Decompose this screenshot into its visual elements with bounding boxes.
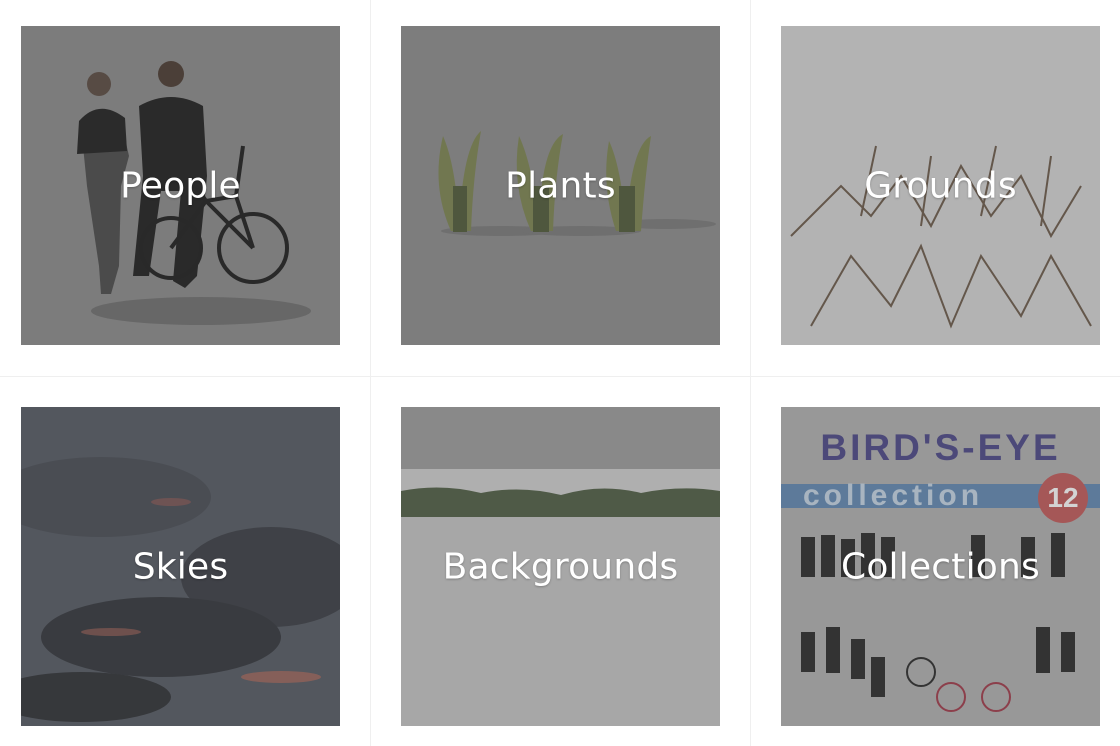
category-label: People: [120, 165, 241, 206]
category-tile-skies[interactable]: Skies: [21, 407, 340, 726]
category-label: Collections: [840, 546, 1041, 587]
grid-divider: [0, 376, 1120, 377]
category-label: Grounds: [864, 165, 1017, 206]
category-tile-backgrounds[interactable]: Backgrounds: [401, 407, 720, 726]
category-tile-plants[interactable]: Plants: [401, 26, 720, 345]
category-label: Skies: [132, 546, 229, 587]
grid-divider: [370, 0, 371, 746]
category-tile-grounds[interactable]: Grounds: [781, 26, 1100, 345]
category-tile-collections[interactable]: BIRD'S-EYE collection 12 Collections: [781, 407, 1100, 726]
grid-divider: [750, 0, 751, 746]
category-grid: People Plants Grounds Skies Backgrounds …: [0, 0, 1120, 746]
category-tile-people[interactable]: People: [21, 26, 340, 345]
category-label: Backgrounds: [442, 546, 679, 587]
category-label: Plants: [505, 165, 616, 206]
